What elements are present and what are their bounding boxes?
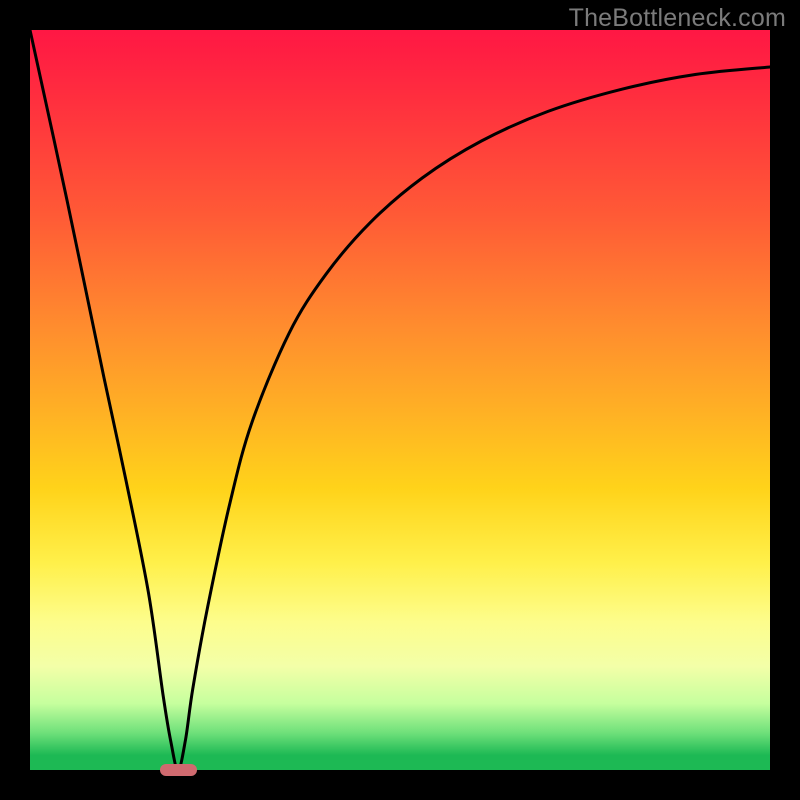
- bottleneck-curve: [30, 30, 770, 770]
- chart-frame: TheBottleneck.com: [0, 0, 800, 800]
- curve-path: [30, 30, 770, 770]
- plot-area: [30, 30, 770, 770]
- watermark-text: TheBottleneck.com: [569, 4, 786, 33]
- optimal-marker: [160, 764, 197, 776]
